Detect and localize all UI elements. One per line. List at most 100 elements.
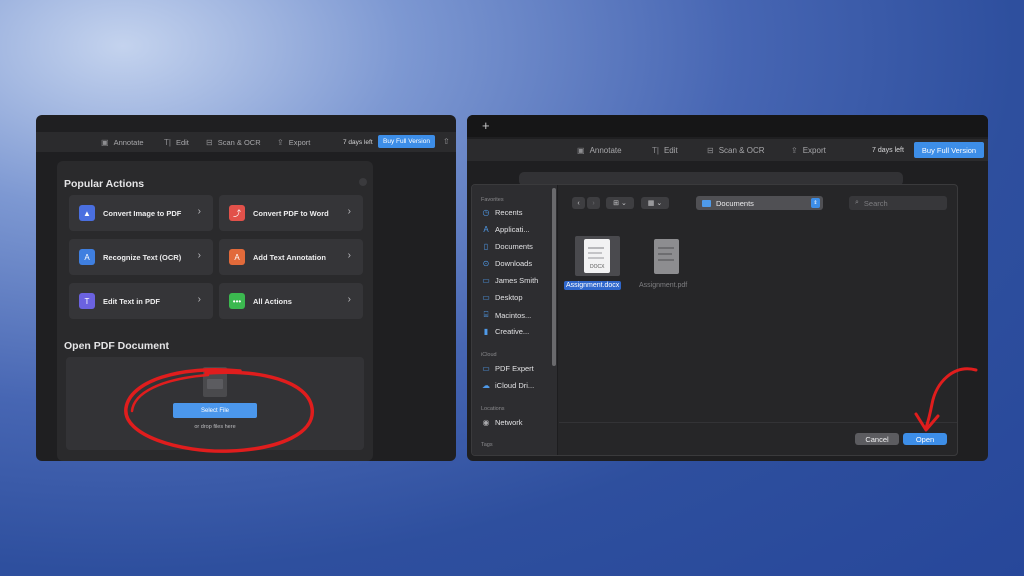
ocr-icon: A [79,249,95,265]
toolbar-annotate-label: Annotate [589,145,622,155]
sidebar-item-label: iCloud Dri... [495,381,535,390]
pdf-expert-open-dialog-window: + ▣ Annotate T| Edit ⊟ Scan & OCR ⇪ Expo… [467,115,988,461]
file-name: Assignment.pdf [639,282,688,289]
sidebar-item-label: Macintos... [495,310,532,320]
trial-days-left: 7 days left [343,139,373,146]
divider [559,422,957,423]
action-all-actions[interactable]: ••• All Actions › [219,283,363,319]
drop-zone[interactable]: Select File or drop files here [66,357,364,450]
updown-icon: ⇕ [811,198,820,208]
sidebar-scrollbar[interactable] [552,188,556,366]
group-view-icon: ▦ ⌄ [647,200,663,207]
pdf-expert-start-window: ▣ Annotate T| Edit ⊟ Scan & OCR ⇪ Export… [36,115,456,461]
file-assignment-docx[interactable]: DOCX Assignment.docx [564,235,634,293]
action-label: Convert PDF to Word [253,208,329,218]
chevron-left-icon: ‹ [577,199,580,207]
cloud-icon: ☁ [482,381,490,390]
docx-file-icon: DOCX [584,239,610,273]
forward-button[interactable]: › [587,197,600,209]
scan-icon: ⊟ [206,137,213,147]
more-icon: ••• [229,293,245,309]
toolbar-scan-label: Scan & OCR [217,137,261,147]
toolbar-edit[interactable]: T| Edit [652,146,678,155]
sidebar-item-label: PDF Expert [495,364,534,373]
select-file-button[interactable]: Select File [173,403,257,418]
file-assignment-pdf[interactable]: Assignment.pdf [636,235,706,293]
file-icon: ▮ [483,327,489,336]
folder-icon: ▭ [482,364,490,373]
sidebar-item-macintosh-hd[interactable]: ⌸ Macintos... [481,310,532,320]
sidebar-item-label: Documents [495,242,533,251]
sidebar-item-label: Desktop [495,293,523,302]
toolbar-export[interactable]: ⇪ Export [791,146,826,155]
open-file-dialog: Favorites ◷ Recents A Applicati... ▯ Docume… [471,184,958,456]
download-icon: ⊙ [482,259,490,268]
export-icon: ⇪ [277,137,284,147]
sidebar-item-network[interactable]: ◉ Network [481,418,523,427]
sidebar-item-pdf-expert[interactable]: ▭ PDF Expert [481,364,534,373]
sidebar-item-label: Creative... [495,327,530,336]
action-convert-image-to-pdf[interactable]: ▲ Convert Image to PDF › [69,195,213,231]
folder-icon [702,199,711,207]
text-annotation-icon: A [229,249,245,265]
applications-icon: A [483,225,489,234]
search-field[interactable]: ⌕ Search [849,196,947,210]
toolbar-edit-label: Edit [663,145,678,155]
popular-actions-title: Popular Actions [64,178,145,190]
network-icon: ◉ [482,418,490,427]
sidebar-item-label: Network [495,418,523,427]
icon-view-button[interactable]: ⊞ ⌄ [606,197,634,209]
trial-days-left: 7 days left [872,147,904,154]
toolbar-annotate[interactable]: ▣ Annotate [101,138,144,147]
buy-full-version-button[interactable]: Buy Full Version [378,135,435,148]
scan-icon: ⊟ [707,145,714,155]
finder-sidebar: Favorites ◷ Recents A Applicati... ▯ Docume… [472,185,558,455]
favorites-header: Favorites [481,197,504,203]
share-icon[interactable]: ⇧ [443,137,450,146]
collapse-toggle[interactable] [359,178,367,186]
chevron-right-icon: › [197,206,201,217]
sidebar-item-icloud-drive[interactable]: ☁ iCloud Dri... [481,381,534,390]
location-popup[interactable]: Documents ⇕ [696,196,823,210]
toolbar-scan-label: Scan & OCR [718,145,765,155]
action-convert-pdf-to-word[interactable]: ⤴ Convert PDF to Word › [219,195,363,231]
new-tab-icon[interactable]: + [482,118,490,133]
toolbar-scan-ocr[interactable]: ⊟ Scan & OCR [707,146,765,155]
image-to-pdf-icon: ▲ [79,205,95,221]
action-recognize-text-ocr[interactable]: A Recognize Text (OCR) › [69,239,213,275]
open-button[interactable]: Open [903,433,947,445]
file-name-selected: Assignment.docx [564,281,622,290]
search-icon: ⌕ [855,199,859,206]
cancel-button[interactable]: Cancel [855,433,899,445]
pdf-file-icon [654,239,679,274]
toolbar-export-label: Export [802,145,826,155]
sidebar-item-documents[interactable]: ▯ Documents [481,242,533,251]
annotate-icon: ▣ [577,145,585,155]
sidebar-item-downloads[interactable]: ⊙ Downloads [481,259,532,268]
toolbar-annotate-label: Annotate [113,137,144,147]
chevron-right-icon: › [197,250,201,261]
toolbar-annotate[interactable]: ▣ Annotate [577,146,622,155]
toolbar-edit[interactable]: T| Edit [164,138,189,147]
sidebar-item-label: James Smith [495,276,539,285]
back-button[interactable]: ‹ [572,197,585,209]
sidebar-item-applications[interactable]: A Applicati... [481,225,529,234]
action-label: Edit Text in PDF [103,296,160,306]
sidebar-item-label: Downloads [495,259,533,268]
buy-full-version-button[interactable]: Buy Full Version [914,142,984,158]
action-label: Add Text Annotation [253,252,326,262]
sidebar-item-home[interactable]: ▭ James Smith [481,276,538,285]
group-button[interactable]: ▦ ⌄ [641,197,669,209]
toolbar-scan-ocr[interactable]: ⊟ Scan & OCR [206,138,261,147]
sidebar-item-desktop[interactable]: ▭ Desktop [481,293,523,302]
action-label: All Actions [253,296,292,306]
document-icon [203,367,227,397]
action-add-text-annotation[interactable]: A Add Text Annotation › [219,239,363,275]
open-pdf-title: Open PDF Document [64,340,170,352]
toolbar-export[interactable]: ⇪ Export [277,138,310,147]
chevron-right-icon: › [347,206,351,217]
sidebar-item-creative-cloud[interactable]: ▮ Creative... [481,327,529,336]
action-edit-text-in-pdf[interactable]: T Edit Text in PDF › [69,283,213,319]
sidebar-item-recents[interactable]: ◷ Recents [481,208,523,217]
grid-view-icon: ⊞ ⌄ [613,200,627,207]
